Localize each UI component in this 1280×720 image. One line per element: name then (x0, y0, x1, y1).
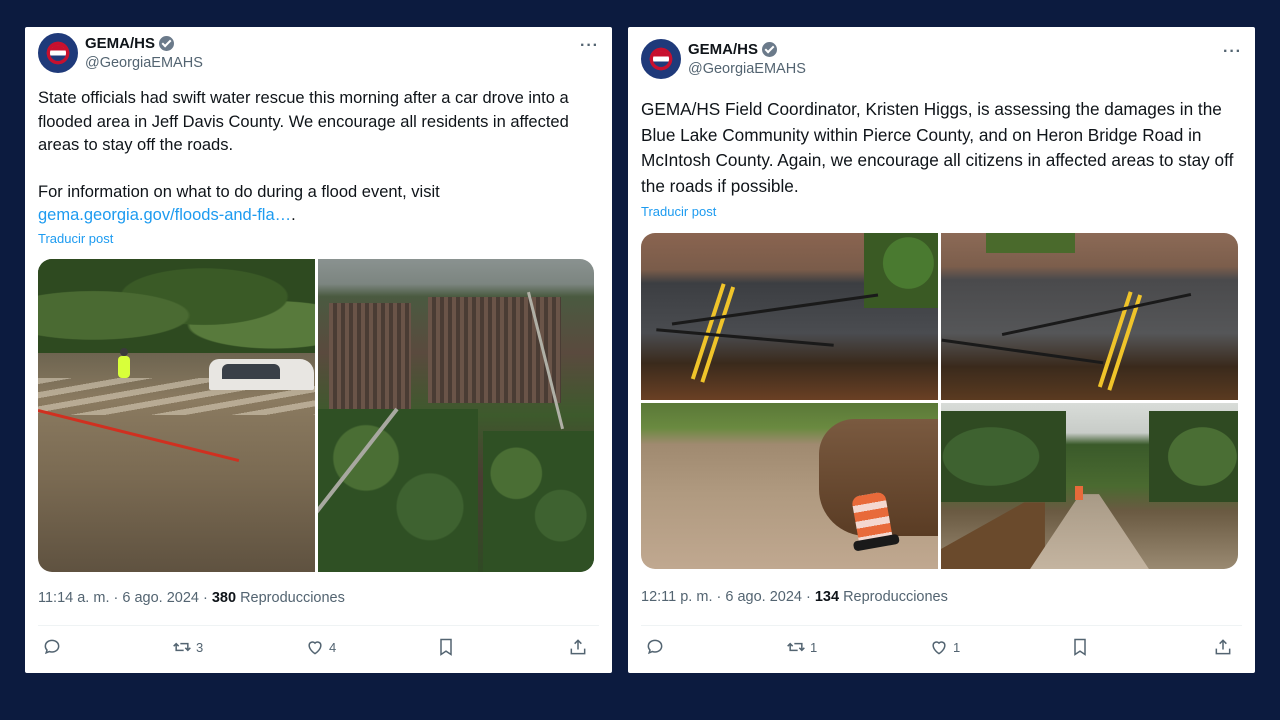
tweet-text: GEMA/HS Field Coordinator, Kristen Higgs… (641, 97, 1241, 199)
photo-cracked-road[interactable] (941, 233, 1238, 400)
account-name[interactable]: GEMA/HS (688, 41, 758, 58)
tweet-paragraph-prefix: For information on what to do during a f… (38, 182, 440, 201)
photo-crack (671, 293, 878, 326)
tweet-card: GEMA/HS @GeorgiaEMAHS ··· State official… (25, 27, 612, 673)
view-count: 134 (814, 589, 840, 605)
tweet-link[interactable]: gema.georgia.gov/floods-and-fla… (38, 206, 291, 224)
photo-cracked-road[interactable] (641, 233, 938, 400)
translate-link[interactable]: Traducir post (38, 231, 113, 246)
photo-swift-water-rescue[interactable] (38, 259, 315, 572)
photo-grass (985, 233, 1075, 253)
tweet-card: GEMA/HS @GeorgiaEMAHS ··· GEMA/HS Field … (628, 27, 1255, 673)
repost-count: 3 (196, 639, 204, 655)
translate-link[interactable]: Traducir post (641, 204, 716, 219)
tweet-meta: 12:11 p. m. · 6 ago. 2024 · 134 Reproduc… (641, 589, 948, 605)
reply-icon (647, 639, 663, 655)
reply-button[interactable] (42, 635, 66, 659)
repost-count: 1 (810, 639, 818, 655)
reply-icon (44, 639, 60, 655)
tweet-text-suffix: . (291, 206, 296, 224)
account-name[interactable]: GEMA/HS (85, 35, 155, 52)
view-label: Reproducciones (839, 589, 948, 605)
avatar[interactable] (38, 33, 78, 73)
photo-crack (1002, 292, 1192, 336)
media-grid (641, 233, 1238, 569)
avatar[interactable] (641, 39, 681, 79)
share-button[interactable] (1213, 635, 1233, 659)
verified-badge-icon (762, 42, 778, 57)
photo-rescuer (118, 348, 131, 379)
photo-forest (483, 431, 594, 572)
seal-icon (653, 51, 669, 67)
like-button[interactable]: 4 (305, 635, 336, 659)
like-count: 1 (953, 639, 961, 655)
tweet-actions: 1 1 (641, 635, 1242, 659)
like-icon (932, 641, 946, 655)
repost-button[interactable]: 1 (786, 635, 817, 659)
seal-icon (50, 45, 66, 61)
tweet-paragraph: State officials had swift water rescue t… (38, 89, 569, 154)
photo-trees (38, 259, 315, 353)
photo-floodwater (941, 502, 1045, 569)
photo-traffic-cone (1074, 485, 1083, 500)
photo-rope (38, 409, 240, 463)
more-icon[interactable]: ··· (580, 37, 599, 55)
divider (38, 625, 599, 626)
like-count: 4 (329, 639, 337, 655)
photo-washed-road[interactable] (641, 402, 938, 569)
tweet-timestamp[interactable]: 11:14 a. m. · 6 ago. 2024 · (38, 590, 212, 606)
photo-car (209, 359, 315, 391)
tweet-actions: 3 4 (38, 635, 599, 659)
bookmark-icon (1074, 638, 1086, 656)
photo-flooded-dirt-road[interactable] (941, 402, 1238, 569)
photo-aerial-flood[interactable] (317, 259, 594, 572)
reply-button[interactable] (645, 635, 669, 659)
tweet-header: GEMA/HS @GeorgiaEMAHS ··· (38, 33, 599, 75)
account-name-row: GEMA/HS (85, 35, 175, 52)
photo-crack (941, 338, 1104, 364)
tweet-paragraph: GEMA/HS Field Coordinator, Kristen Higgs… (641, 99, 1234, 196)
repost-icon (173, 642, 191, 652)
bookmark-button[interactable] (436, 635, 456, 659)
tweet-header: GEMA/HS @GeorgiaEMAHS ··· (641, 39, 1242, 81)
more-icon[interactable]: ··· (1223, 43, 1242, 61)
photo-crack (656, 328, 834, 347)
view-label: Reproducciones (236, 590, 345, 606)
repost-icon (787, 642, 805, 652)
photo-dirt-road (1030, 494, 1149, 569)
media-grid (38, 259, 594, 572)
photo-treeline (1148, 410, 1238, 503)
view-count: 380 (211, 590, 237, 606)
like-button[interactable]: 1 (929, 635, 960, 659)
account-name-row: GEMA/HS (688, 41, 778, 58)
tweet-text: State officials had swift water rescue t… (38, 87, 598, 228)
bookmark-button[interactable] (1070, 635, 1090, 659)
photo-forest (317, 409, 478, 572)
share-icon (1215, 639, 1231, 655)
bookmark-icon (440, 638, 452, 656)
like-icon (308, 641, 322, 655)
tweet-timestamp[interactable]: 12:11 p. m. · 6 ago. 2024 · (641, 589, 815, 605)
divider (641, 625, 1242, 626)
photo-treeline (941, 410, 1066, 503)
tweet-meta: 11:14 a. m. · 6 ago. 2024 · 380 Reproduc… (38, 590, 345, 606)
repost-button[interactable]: 3 (172, 635, 203, 659)
account-handle[interactable]: @GeorgiaEMAHS (688, 61, 806, 77)
verified-badge-icon (159, 36, 175, 51)
share-button[interactable] (568, 635, 588, 659)
account-handle[interactable]: @GeorgiaEMAHS (85, 55, 203, 71)
share-icon (570, 639, 586, 655)
